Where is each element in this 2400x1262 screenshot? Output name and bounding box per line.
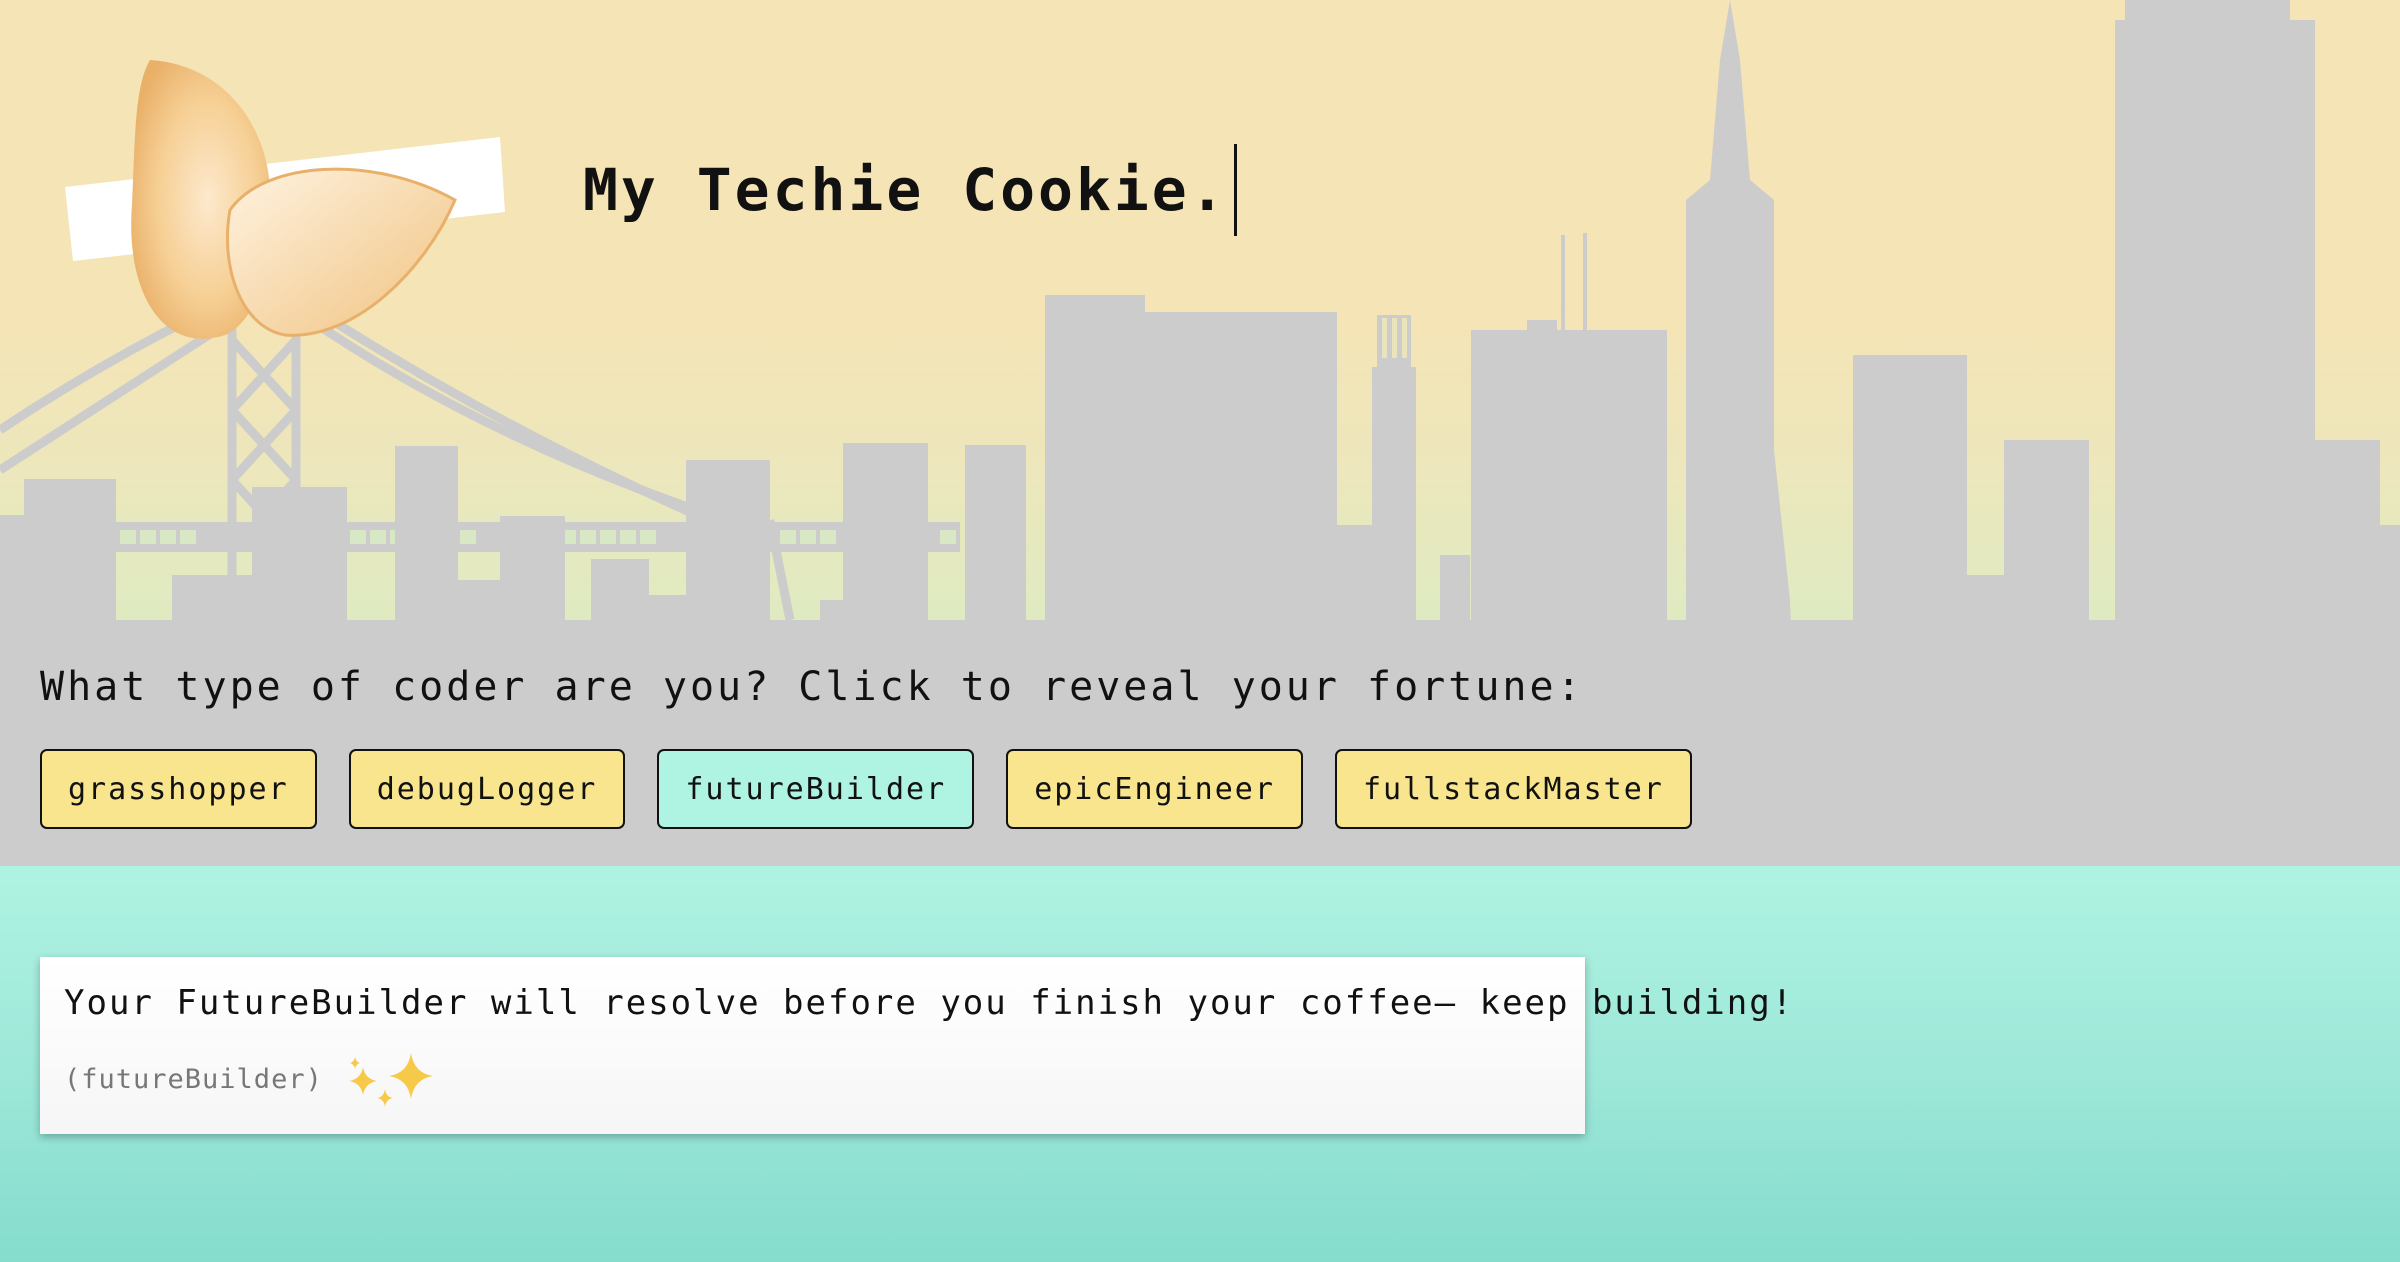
text-cursor-icon [1233,144,1237,236]
coder-type-prompt: What type of coder are you? Click to rev… [40,664,1584,710]
sparkles-icon [348,1053,433,1107]
debug-logger-button[interactable]: debugLogger [348,749,626,829]
future-builder-button[interactable]: futureBuilder [657,749,975,829]
grasshopper-button[interactable]: grasshopper [40,749,317,829]
fullstack-master-button[interactable]: fullstackMaster [1334,749,1692,829]
fortune-message: Your FutureBuilder will resolve before y… [64,983,1795,1023]
coder-type-button-group: grasshopper debugLogger futureBuilder ep… [40,749,1692,829]
fortune-cookie-logo [65,60,505,339]
fortune-card: Your FutureBuilder will resolve before y… [40,957,1795,1134]
page-title-text: My Techie Cookie. [583,156,1228,224]
fortune-meta: (futureBuilder) [64,1049,1561,1109]
epic-engineer-button[interactable]: epicEngineer [1006,749,1303,829]
fortune-coder-tag: (futureBuilder) [64,1063,323,1095]
header-scene: My Techie Cookie. What type of coder are… [0,0,2400,866]
page-title: My Techie Cookie. [583,144,1237,236]
